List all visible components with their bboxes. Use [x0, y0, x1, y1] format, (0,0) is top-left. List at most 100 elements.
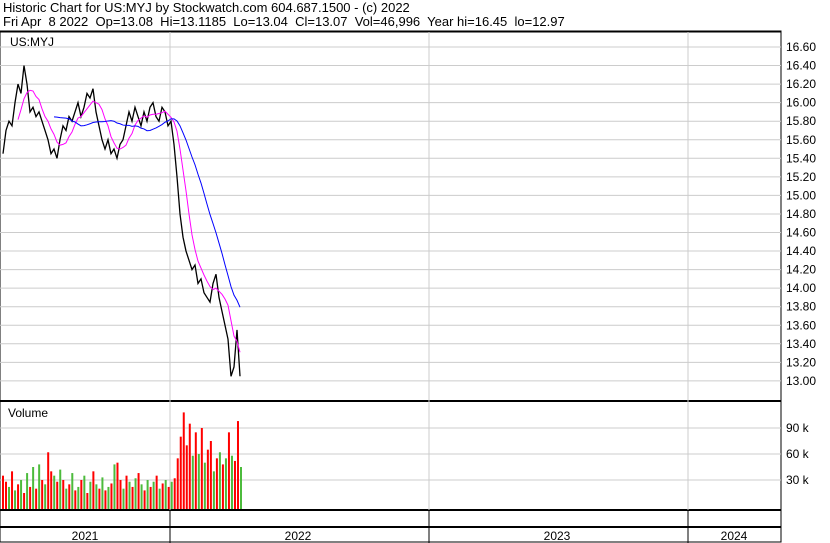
- volume-bar: [44, 484, 47, 509]
- volume-bar: [155, 475, 158, 509]
- volume-bar: [92, 471, 95, 509]
- volume-bar: [83, 475, 86, 509]
- volume-bar: [167, 486, 170, 509]
- volume-bar: [212, 471, 215, 509]
- volume-bar: [128, 481, 131, 509]
- volume-bar: [62, 480, 65, 509]
- volume-bar: [110, 483, 113, 509]
- volume-bar: [119, 480, 122, 509]
- volume-bar: [170, 481, 173, 509]
- volume-bar: [179, 436, 182, 509]
- volume-bar: [137, 473, 140, 509]
- year-label: 2023: [544, 529, 571, 543]
- volume-bar: [146, 480, 149, 509]
- volume-bar: [77, 486, 80, 509]
- moving-average-line: [17, 89, 241, 353]
- volume-bar: [8, 486, 11, 509]
- year-label: 2022: [285, 529, 312, 543]
- volume-bar: [194, 432, 197, 509]
- price-tick-label: 14.80: [786, 207, 816, 221]
- volume-bar: [215, 458, 218, 509]
- volume-bar: [188, 423, 191, 509]
- volume-bar: [104, 490, 107, 509]
- volume-tick-label: 90 k: [786, 421, 810, 435]
- volume-bar: [152, 481, 155, 509]
- chart-canvas: 16.60 16.40 16.20 16.00 15.80 15.60 15.40 15.20…: [0, 30, 816, 543]
- volume-bar: [50, 471, 53, 509]
- volume-bar: [173, 478, 176, 509]
- year-label: 2021: [72, 529, 99, 543]
- volume-bar: [35, 488, 38, 509]
- price-tick-label: 15.20: [786, 170, 816, 184]
- volume-bar: [113, 464, 116, 509]
- volume-bar: [158, 488, 161, 509]
- volume-tick-label: 60 k: [786, 447, 810, 461]
- volume-bar: [185, 445, 188, 509]
- price-tick-label: 15.60: [786, 133, 816, 147]
- volume-bar: [227, 432, 230, 509]
- price-tick-label: 14.20: [786, 263, 816, 277]
- volume-tick-label: 30 k: [786, 473, 810, 487]
- price-tick-label: 16.20: [786, 77, 816, 91]
- volume-bar: [86, 493, 89, 509]
- price-tick-label: 13.40: [786, 337, 816, 351]
- volume-bar: [74, 490, 77, 509]
- price-tick-label: 14.60: [786, 226, 816, 240]
- volume-bar: [221, 464, 224, 509]
- price-tick-label: 14.00: [786, 281, 816, 295]
- volume-bar: [203, 462, 206, 509]
- price-tick-label: 16.60: [786, 40, 816, 54]
- price-tick-label: 13.80: [786, 300, 816, 314]
- price-tick-label: 15.80: [786, 114, 816, 128]
- volume-bar: [197, 454, 200, 509]
- volume-bar: [95, 484, 98, 509]
- price-tick-label: 15.40: [786, 151, 816, 165]
- volume-bar: [59, 469, 62, 509]
- volume-bar: [149, 486, 152, 509]
- volume-bar: [176, 458, 179, 509]
- volume-bar: [236, 421, 239, 509]
- price-tick-label: 16.40: [786, 59, 816, 73]
- volume-bar: [29, 486, 32, 509]
- volume-bar: [131, 486, 134, 509]
- price-tick-label: 15.00: [786, 188, 816, 202]
- volume-bar: [125, 475, 128, 509]
- volume-bar: [230, 455, 233, 509]
- volume-bar: [38, 464, 41, 509]
- volume-bar: [116, 462, 119, 509]
- volume-bar: [2, 475, 4, 509]
- volume-bar: [26, 473, 29, 509]
- volume-bar: [17, 484, 20, 509]
- volume-bar: [233, 460, 236, 509]
- volume-bar: [182, 412, 185, 509]
- year-label: 2024: [721, 529, 748, 543]
- volume-bar: [161, 483, 164, 509]
- volume-bar: [98, 488, 101, 509]
- price-tick-label: 13.60: [786, 318, 816, 332]
- volume-bar: [23, 493, 26, 509]
- volume-label: Volume: [8, 406, 48, 420]
- moving-average-line: [53, 116, 241, 308]
- volume-bar: [56, 481, 59, 509]
- volume-bar: [191, 455, 194, 509]
- price-tick-label: 13.20: [786, 355, 816, 369]
- volume-bar: [68, 484, 71, 509]
- price-tick-label: 16.00: [786, 96, 816, 110]
- volume-bar: [89, 481, 92, 509]
- volume-bar: [53, 475, 56, 509]
- volume-bar: [14, 490, 17, 509]
- volume-bar: [107, 486, 110, 509]
- volume-bar: [80, 480, 83, 509]
- volume-bar: [65, 488, 68, 509]
- volume-bar: [41, 480, 44, 509]
- volume-bar: [101, 477, 104, 509]
- volume-bar: [200, 428, 203, 509]
- volume-bar: [240, 467, 242, 509]
- volume-bar: [5, 481, 8, 509]
- volume-bar: [47, 452, 50, 509]
- volume-bar: [32, 467, 35, 509]
- price-line: [2, 65, 241, 377]
- volume-bar: [134, 478, 137, 509]
- volume-bar: [218, 452, 221, 509]
- volume-bar: [164, 480, 167, 509]
